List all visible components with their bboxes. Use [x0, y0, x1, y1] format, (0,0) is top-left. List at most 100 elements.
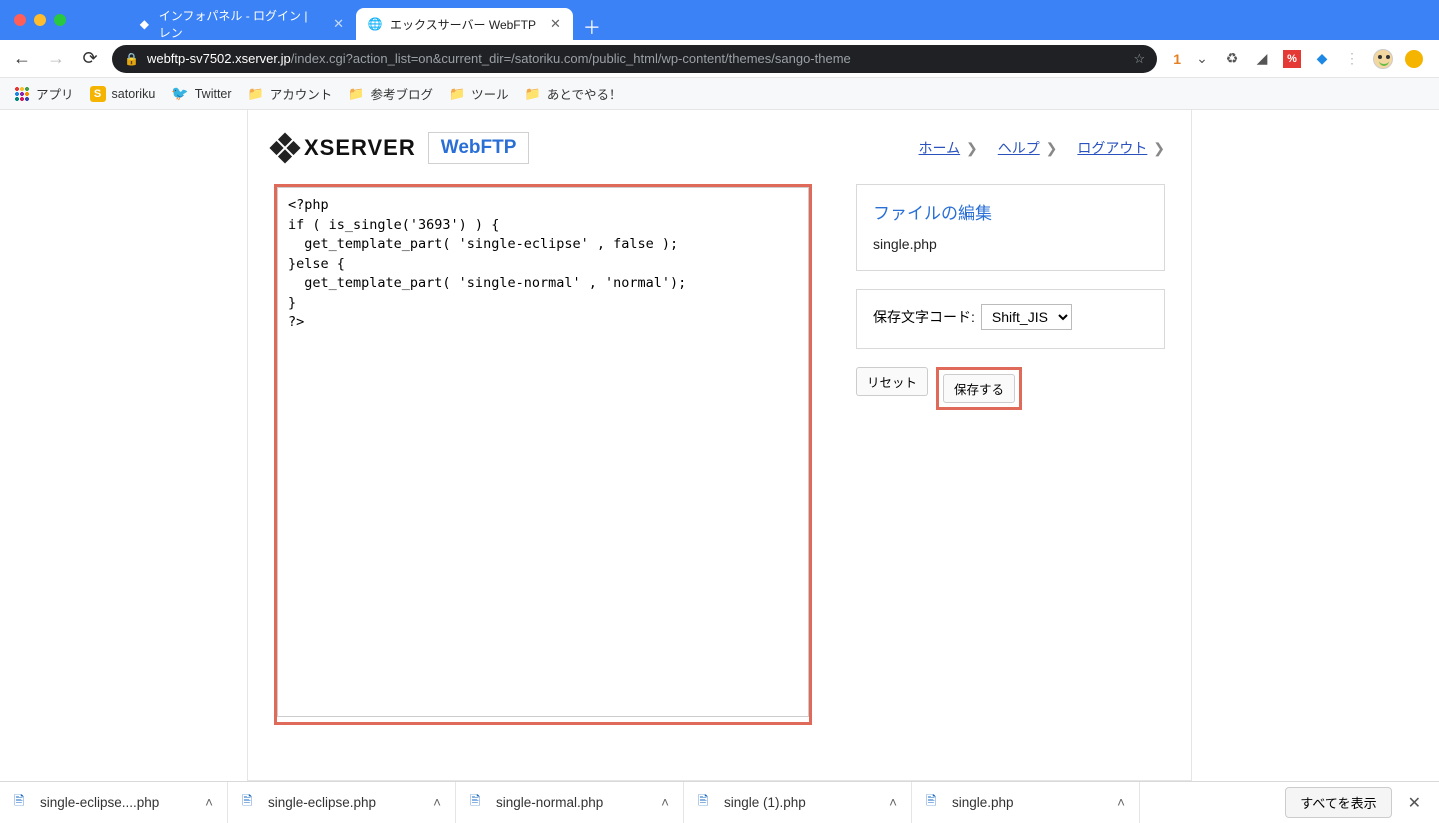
save-button[interactable]: 保存する — [943, 374, 1015, 403]
bookmark-folder[interactable]: 📁 ツール — [449, 84, 509, 103]
browser-tab-inactive[interactable]: ◆ インフォパネル - ログイン | レン ✕ — [126, 8, 356, 40]
twitter-icon: 🐦 — [171, 85, 188, 102]
logout-link[interactable]: ログアウト — [1077, 140, 1147, 156]
save-highlight-box: 保存する — [936, 367, 1022, 410]
download-filename: single-normal.php — [496, 795, 603, 810]
chevron-right-icon: ❯ — [962, 140, 978, 156]
reload-button[interactable]: ⟳ — [78, 48, 102, 69]
download-item[interactable]: 🖹 single.php ˄ — [912, 782, 1140, 823]
downloads-right: すべてを表示 ✕ — [1273, 787, 1439, 818]
product-label: WebFTP — [428, 132, 530, 164]
new-tab-button[interactable]: ＋ — [583, 14, 601, 40]
chevron-up-icon[interactable]: ˄ — [661, 795, 669, 810]
download-item[interactable]: 🖹 single-eclipse....php ˄ — [0, 782, 228, 823]
chevron-right-icon: ❯ — [1042, 140, 1058, 156]
close-tab-icon[interactable]: ✕ — [550, 16, 561, 32]
bookmark-label: あとでやる！ — [547, 84, 622, 103]
divider: ⋮ — [1343, 50, 1361, 68]
bookmarks-bar: アプリ Ssatoriku 🐦Twitter 📁 アカウント 📁 参考ブログ 📁 ツー… — [0, 78, 1439, 110]
file-icon: 🖹 — [470, 792, 486, 814]
encoding-panel: 保存文字コード: Shift_JIS — [856, 289, 1165, 349]
bookmark-folder[interactable]: 📁 あとでやる！ — [525, 84, 622, 103]
logo: XSERVER — [274, 135, 416, 161]
profile-avatar[interactable] — [1373, 49, 1393, 69]
folder-icon: 📁 — [348, 86, 364, 102]
close-window-button[interactable] — [14, 14, 26, 26]
logo-mark-icon — [269, 132, 300, 163]
extension-badge[interactable]: 1 — [1173, 51, 1181, 67]
chevron-up-icon[interactable]: ˄ — [1117, 795, 1125, 810]
extension-badge-red[interactable]: % — [1283, 50, 1301, 68]
browser-tab-active[interactable]: 🌐 エックスサーバー WebFTP ✕ — [356, 8, 573, 40]
button-row: リセット 保存する — [856, 367, 1165, 410]
close-tab-icon[interactable]: ✕ — [333, 16, 344, 32]
brand-name: XSERVER — [304, 135, 416, 161]
filename-label: single.php — [873, 236, 1148, 252]
bookmark-label: satoriku — [112, 87, 156, 101]
file-icon: 🖹 — [926, 792, 942, 814]
bookmark-item[interactable]: 🐦Twitter — [171, 85, 231, 102]
file-icon: 🖹 — [14, 792, 30, 814]
download-filename: single-eclipse.php — [268, 795, 376, 810]
close-downloads-bar-button[interactable]: ✕ — [1402, 793, 1427, 813]
chevron-up-icon[interactable]: ˄ — [205, 795, 213, 810]
bookmark-label: ツール — [471, 84, 509, 103]
download-filename: single.php — [952, 795, 1014, 810]
apps-label: アプリ — [36, 84, 74, 103]
lock-icon: 🔒 — [124, 52, 139, 66]
main-card: XSERVER WebFTP ホーム ❯ ヘルプ ❯ ログアウト ❯ ファイルの… — [247, 110, 1192, 781]
download-item[interactable]: 🖹single (1).php˄ — [684, 782, 912, 823]
tab-title: インフォパネル - ログイン | レン — [159, 7, 319, 41]
minimize-window-button[interactable] — [34, 14, 46, 26]
folder-icon: 📁 — [525, 86, 541, 102]
encoding-label: 保存文字コード: — [873, 307, 975, 327]
download-item[interactable]: 🖹 single-normal.php ˄ — [456, 782, 684, 823]
download-item[interactable]: 🖹single-eclipse.php˄ — [228, 782, 456, 823]
extension-diamond-icon[interactable]: ◆ — [1313, 50, 1331, 68]
recycle-icon[interactable]: ♻ — [1223, 50, 1241, 68]
forward-button[interactable]: → — [44, 48, 68, 69]
favicon-icon: ◆ — [138, 17, 151, 31]
downloads-bar: 🖹 single-eclipse....php ˄ 🖹 single-eclipse.… — [0, 781, 1439, 823]
download-filename: single-eclipse....php — [40, 795, 159, 810]
browser-tab-strip: ◆ インフォパネル - ログイン | レン ✕ 🌐 エックスサーバー WebFT… — [0, 0, 1439, 40]
tabs: ◆ インフォパネル - ログイン | レン ✕ 🌐 エックスサーバー WebFT… — [126, 0, 601, 40]
pocket-icon[interactable]: ⌄ — [1193, 50, 1211, 68]
maximize-window-button[interactable] — [54, 14, 66, 26]
url-host: webftp-sv7502.xserver.jp — [147, 51, 291, 66]
show-all-downloads-button[interactable]: すべてを表示 — [1285, 787, 1391, 818]
body-row: ファイルの編集 single.php 保存文字コード: Shift_JIS リセ… — [248, 168, 1191, 749]
bookmark-folder[interactable]: 📁 参考ブログ — [348, 84, 433, 103]
bookmark-label: 参考ブログ — [370, 84, 433, 103]
back-button[interactable]: ← — [10, 48, 34, 69]
url-path: /index.cgi?action_list=on&current_dir=/s… — [291, 51, 851, 66]
chevron-up-icon[interactable]: ˄ — [889, 795, 897, 810]
tab-title: エックスサーバー WebFTP — [390, 16, 536, 33]
toolbar-right: 1 ⌄ ♻ ◢ % ◆ ⋮ — [1167, 49, 1429, 69]
chevron-right-icon: ❯ — [1149, 140, 1165, 156]
chevron-up-icon[interactable]: ˄ — [433, 795, 441, 810]
file-icon: 🖹 — [698, 792, 714, 814]
file-edit-panel: ファイルの編集 single.php — [856, 184, 1165, 271]
header-links: ホーム ❯ ヘルプ ❯ ログアウト ❯ — [919, 138, 1165, 158]
panel-title: ファイルの編集 — [873, 199, 1148, 224]
app-header: XSERVER WebFTP ホーム ❯ ヘルプ ❯ ログアウト ❯ — [248, 110, 1191, 168]
browser-toolbar: ← → ⟳ 🔒 webftp-sv7502.xserver.jp/index.c… — [0, 40, 1439, 78]
home-link[interactable]: ホーム — [919, 140, 961, 156]
extension-icon[interactable]: ◢ — [1253, 50, 1271, 68]
address-bar[interactable]: 🔒 webftp-sv7502.xserver.jp/index.cgi?act… — [112, 45, 1157, 73]
reset-button[interactable]: リセット — [856, 367, 928, 396]
bookmark-label: アカウント — [270, 84, 333, 103]
bookmark-item[interactable]: Ssatoriku — [90, 86, 156, 102]
encoding-select[interactable]: Shift_JIS — [981, 304, 1072, 330]
folder-icon: 📁 — [248, 86, 264, 102]
help-link[interactable]: ヘルプ — [998, 140, 1040, 156]
bookmark-star-icon[interactable]: ☆ — [1134, 51, 1146, 67]
apps-button[interactable]: アプリ — [14, 84, 74, 103]
bookmark-folder[interactable]: 📁 アカウント — [248, 84, 333, 103]
apps-grid-icon — [14, 86, 30, 102]
folder-icon: 📁 — [449, 86, 465, 102]
code-editor[interactable] — [277, 187, 809, 717]
extension-coin-icon[interactable] — [1405, 50, 1423, 68]
editor-highlight-box — [274, 184, 812, 725]
